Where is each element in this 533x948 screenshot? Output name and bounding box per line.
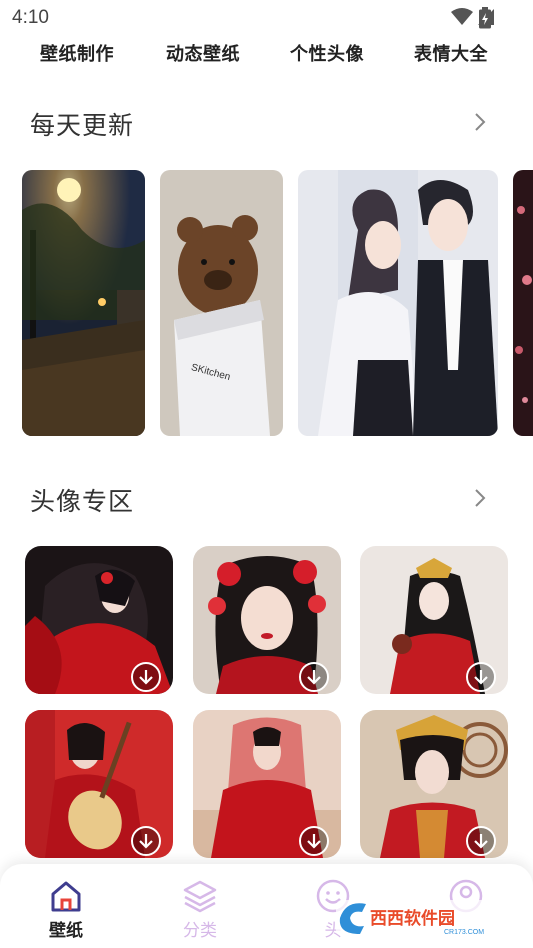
nav-label: 壁纸 [49, 921, 83, 941]
avatar-card[interactable] [25, 546, 173, 694]
status-time: 4:10 [12, 7, 49, 28]
home-icon [51, 881, 81, 912]
status-bar: 4:10 [0, 0, 533, 36]
site-watermark: 西西软件园 CR173.COM [336, 896, 516, 940]
daily-section-header[interactable]: 每天更新 [30, 106, 500, 146]
night-street-image [22, 170, 145, 436]
teddy-bear-image: SKitchen [160, 170, 283, 436]
download-icon [139, 834, 153, 849]
avatar-card[interactable] [193, 546, 341, 694]
tab-live-wallpaper[interactable]: 动态壁纸 [166, 40, 240, 66]
download-icon [307, 834, 321, 849]
battery-icon [479, 7, 491, 29]
download-icon [307, 670, 321, 685]
tab-stickers[interactable]: 表情大全 [414, 40, 488, 66]
avatar-card[interactable] [360, 546, 508, 694]
top-category-tabs: 壁纸制作 动态壁纸 个性头像 表情大全 [0, 40, 533, 72]
tab-wallpaper-make[interactable]: 壁纸制作 [40, 40, 114, 66]
layers-icon [183, 880, 217, 913]
section-title: 头像专区 [30, 487, 135, 516]
download-button[interactable] [131, 826, 161, 856]
watermark-logo: 西西软件园 CR173.COM [336, 900, 514, 936]
download-button[interactable] [131, 662, 161, 692]
anime-couple-image [298, 170, 498, 436]
daily-card[interactable] [298, 170, 498, 436]
avatar-card[interactable] [25, 710, 173, 858]
download-icon [474, 834, 488, 849]
nav-label: 分类 [183, 921, 217, 941]
download-button[interactable] [466, 826, 496, 856]
avatar-section-header[interactable]: 头像专区 [30, 482, 500, 522]
watermark-brand: 西西软件园 [370, 908, 455, 929]
chevron-right-icon[interactable] [470, 110, 490, 134]
download-button[interactable] [299, 826, 329, 856]
download-button[interactable] [299, 662, 329, 692]
avatar-card[interactable] [193, 710, 341, 858]
nav-item-wallpaper[interactable]: 壁纸 [31, 878, 101, 942]
nav-item-category[interactable]: 分类 [165, 878, 235, 942]
watermark-site: CR173.COM [444, 929, 484, 936]
download-button[interactable] [466, 662, 496, 692]
avatar-card[interactable] [360, 710, 508, 858]
tab-avatar[interactable]: 个性头像 [290, 40, 364, 66]
download-icon [474, 670, 488, 685]
chevron-right-icon[interactable] [470, 486, 490, 510]
daily-card[interactable]: SKitchen [160, 170, 283, 436]
section-title: 每天更新 [30, 111, 135, 140]
partial-floral-image [513, 170, 533, 436]
daily-card[interactable] [22, 170, 145, 436]
wifi-icon [451, 8, 473, 25]
daily-card[interactable] [513, 170, 533, 436]
download-icon [139, 670, 153, 685]
